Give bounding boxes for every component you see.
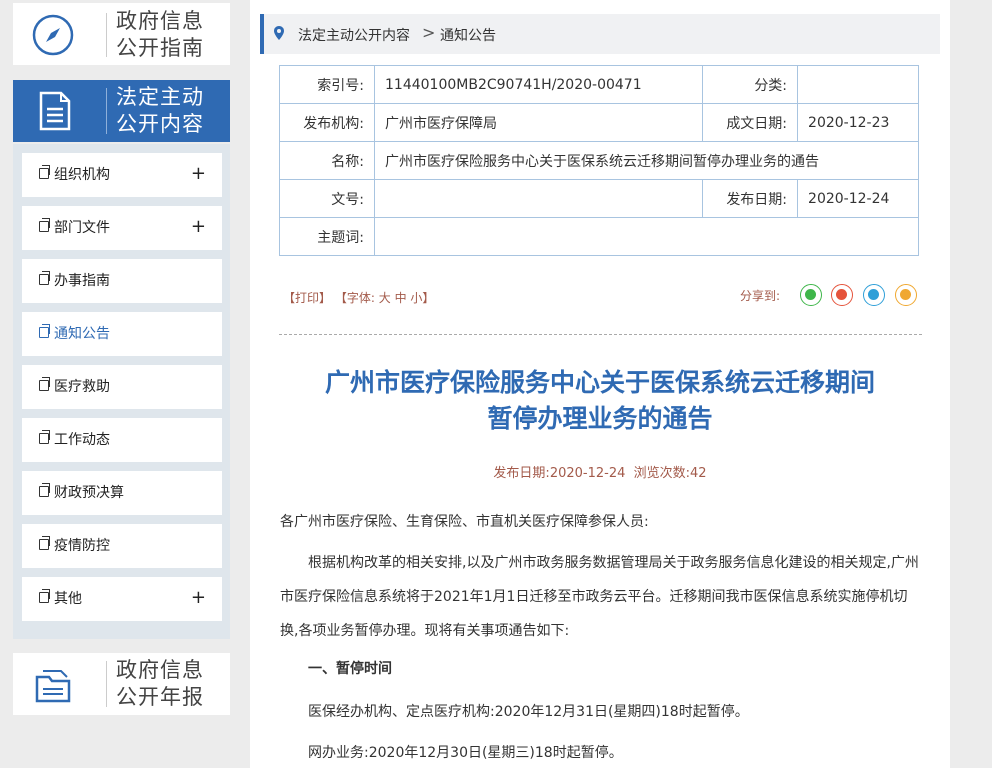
card-separator [106,13,107,57]
qzone-icon[interactable] [895,284,917,306]
menu-item-org[interactable]: 组织机构 + [22,153,222,197]
publish-date-label: 发布日期: [702,179,799,218]
publish-info: 发布日期:2020-12-24 浏览次数:42 [493,466,707,481]
qq-icon[interactable] [863,284,885,306]
publish-date-value: 2020-12-24 [797,179,919,218]
menu-item-label: 办事指南 [54,273,110,289]
copy-icon [39,536,50,550]
compass-icon [32,14,74,56]
index-value: 11440100MB2C90741H/2020-00471 [373,65,704,104]
breadcrumb-separator: > [422,23,436,42]
keywords-value [374,217,919,256]
menu-item-label: 工作动态 [54,432,110,448]
breadcrumb-level2[interactable]: 通知公告 [440,25,496,45]
annual-report-card[interactable]: 政府信息 公开年报 [13,653,230,715]
article-tools: 【打印】 【字体: 大 中 小】 [283,289,434,306]
name-label: 名称: [279,141,375,180]
menu-item-label: 医疗救助 [54,379,110,395]
article-title: 广州市医疗保险服务中心关于医保系统云迁移期间 暂停办理业务的通告 [324,368,875,433]
wechat-icon[interactable] [800,284,822,306]
menu-item-medical-aid[interactable]: 医疗救助 [22,365,222,409]
share-label: 分享到: [740,289,781,303]
menu-item-epidemic[interactable]: 疫情防控 [22,524,222,568]
keywords-label: 主题词: [279,217,375,256]
section-heading: 一、暂停时间 [308,661,392,677]
menu-item-label: 其他 [54,591,82,607]
location-pin-icon [274,26,284,40]
copy-icon [39,324,50,338]
document-meta-table: 索引号: 11440100MB2C90741H/2020-00471 分类: 发… [279,65,919,256]
menu-item-service-guide[interactable]: 办事指南 [22,259,222,303]
print-link[interactable]: 【打印】 [283,291,331,305]
category-label: 分类: [702,65,799,104]
doc-number-value [373,179,704,218]
font-size-suffix: 】 [422,291,435,305]
card-separator [106,88,107,134]
gov-info-guide-label: 政府信息 公开指南 [116,9,204,60]
copy-icon [39,430,50,444]
weibo-icon[interactable] [831,284,853,306]
menu-item-other[interactable]: 其他 + [22,577,222,621]
menu-item-notices[interactable]: 通知公告 [22,312,222,356]
expand-plus-icon[interactable]: + [191,216,206,238]
menu-item-work-news[interactable]: 工作动态 [22,418,222,462]
menu-item-label: 通知公告 [54,326,110,342]
dashed-divider [279,334,922,335]
font-medium-link[interactable]: 中 [395,291,407,305]
copy-icon [39,271,50,285]
card-separator [106,661,107,707]
article-salutation: 各广州市医疗保险、生育保险、市直机关医疗保障参保人员: [280,514,649,530]
article-line: 网办业务:2020年12月30日(星期三)18时起暂停。 [308,745,623,761]
font-small-link[interactable]: 小 [410,291,422,305]
created-date-value: 2020-12-23 [797,103,919,142]
document-icon [39,91,71,131]
doc-number-label: 文号: [279,179,375,218]
menu-item-dept-files[interactable]: 部门文件 + [22,206,222,250]
copy-icon [39,377,50,391]
breadcrumb: 法定主动公开内容 > 通知公告 [260,14,940,54]
copy-icon [39,483,50,497]
category-menu: 组织机构 + 部门文件 + 办事指南 通知公告 医疗救助 工作动态 财政预决算 [13,144,230,639]
menu-item-label: 疫情防控 [54,538,110,554]
category-value [797,65,919,104]
folder-icon [35,670,71,703]
mandatory-disclosure-label: 法定主动 公开内容 [116,85,204,136]
index-label: 索引号: [279,65,375,104]
left-sidebar: 政府信息 公开指南 法定主动 公开内容 组织机构 + 部门文件 + 办事指南 通… [0,0,240,768]
annual-report-label: 政府信息 公开年报 [116,658,204,709]
menu-item-budget[interactable]: 财政预决算 [22,471,222,515]
menu-item-label: 财政预决算 [54,485,124,501]
menu-item-label: 部门文件 [54,220,110,236]
menu-item-label: 组织机构 [54,167,110,183]
copy-icon [39,589,50,603]
article-paragraph: 根据机构改革的相关安排,以及广州市政务服务数据管理局关于政务服务信息化建设的相关… [280,555,919,639]
expand-plus-icon[interactable]: + [191,163,206,185]
expand-plus-icon[interactable]: + [191,587,206,609]
copy-icon [39,165,50,179]
font-large-link[interactable]: 大 [379,291,391,305]
publisher-value: 广州市医疗保障局 [373,103,704,142]
created-date-label: 成文日期: [702,103,799,142]
publisher-label: 发布机构: [279,103,375,142]
font-size-prefix: 【字体: [334,291,375,305]
gov-info-guide-card[interactable]: 政府信息 公开指南 [13,3,230,65]
article-line: 医保经办机构、定点医疗机构:2020年12月31日(星期四)18时起暂停。 [308,704,749,720]
content-panel: 法定主动公开内容 > 通知公告 索引号: 11440100MB2C90741H/… [250,0,950,768]
name-value: 广州市医疗保险服务中心关于医保系统云迁移期间暂停办理业务的通告 [374,141,919,180]
mandatory-disclosure-card[interactable]: 法定主动 公开内容 [13,80,230,142]
copy-icon [39,218,50,232]
breadcrumb-level1[interactable]: 法定主动公开内容 [298,25,410,45]
